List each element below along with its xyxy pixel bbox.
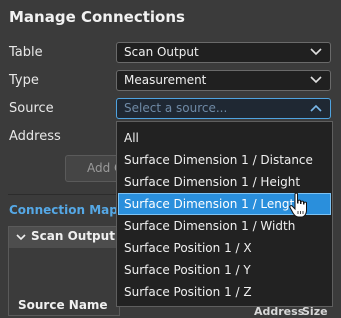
divider [8,194,118,195]
table-label: Table [9,45,43,60]
source-select[interactable]: Select a source... [116,98,331,119]
dialog-title: Manage Connections [9,8,185,26]
table-select-value: Scan Output [124,45,199,59]
chevron-down-icon [310,48,322,56]
table-select[interactable]: Scan Output [116,42,331,63]
dropdown-option-all[interactable]: All [117,127,332,149]
chevron-down-icon [16,234,26,241]
scan-output-group-label: Scan Output [31,229,115,243]
type-select-value: Measurement [124,73,207,87]
hand-cursor-icon [289,192,307,218]
source-name-column-header[interactable]: Source Name [18,298,108,312]
address-label: Address [9,129,61,144]
scan-output-group-header[interactable]: Scan Output [9,227,119,248]
dropdown-option-surface-dimension-distance[interactable]: Surface Dimension 1 / Distance [117,149,332,171]
connection-map-title: Connection Map [9,203,118,217]
dropdown-option-surface-position-z[interactable]: Surface Position 1 / Z [117,281,332,303]
dropdown-option-surface-dimension-height[interactable]: Surface Dimension 1 / Height [117,171,332,193]
dropdown-option-surface-position-x[interactable]: Surface Position 1 / X [117,237,332,259]
type-label: Type [9,73,39,88]
dropdown-option-surface-position-y[interactable]: Surface Position 1 / Y [117,259,332,281]
source-label: Source [9,101,54,116]
type-select[interactable]: Measurement [116,70,331,91]
chevron-down-icon [310,76,322,84]
chevron-up-icon [310,104,322,112]
source-select-placeholder: Select a source... [124,101,228,115]
manage-connections-panel: Manage Connections Table Scan Output Typ… [0,0,341,318]
